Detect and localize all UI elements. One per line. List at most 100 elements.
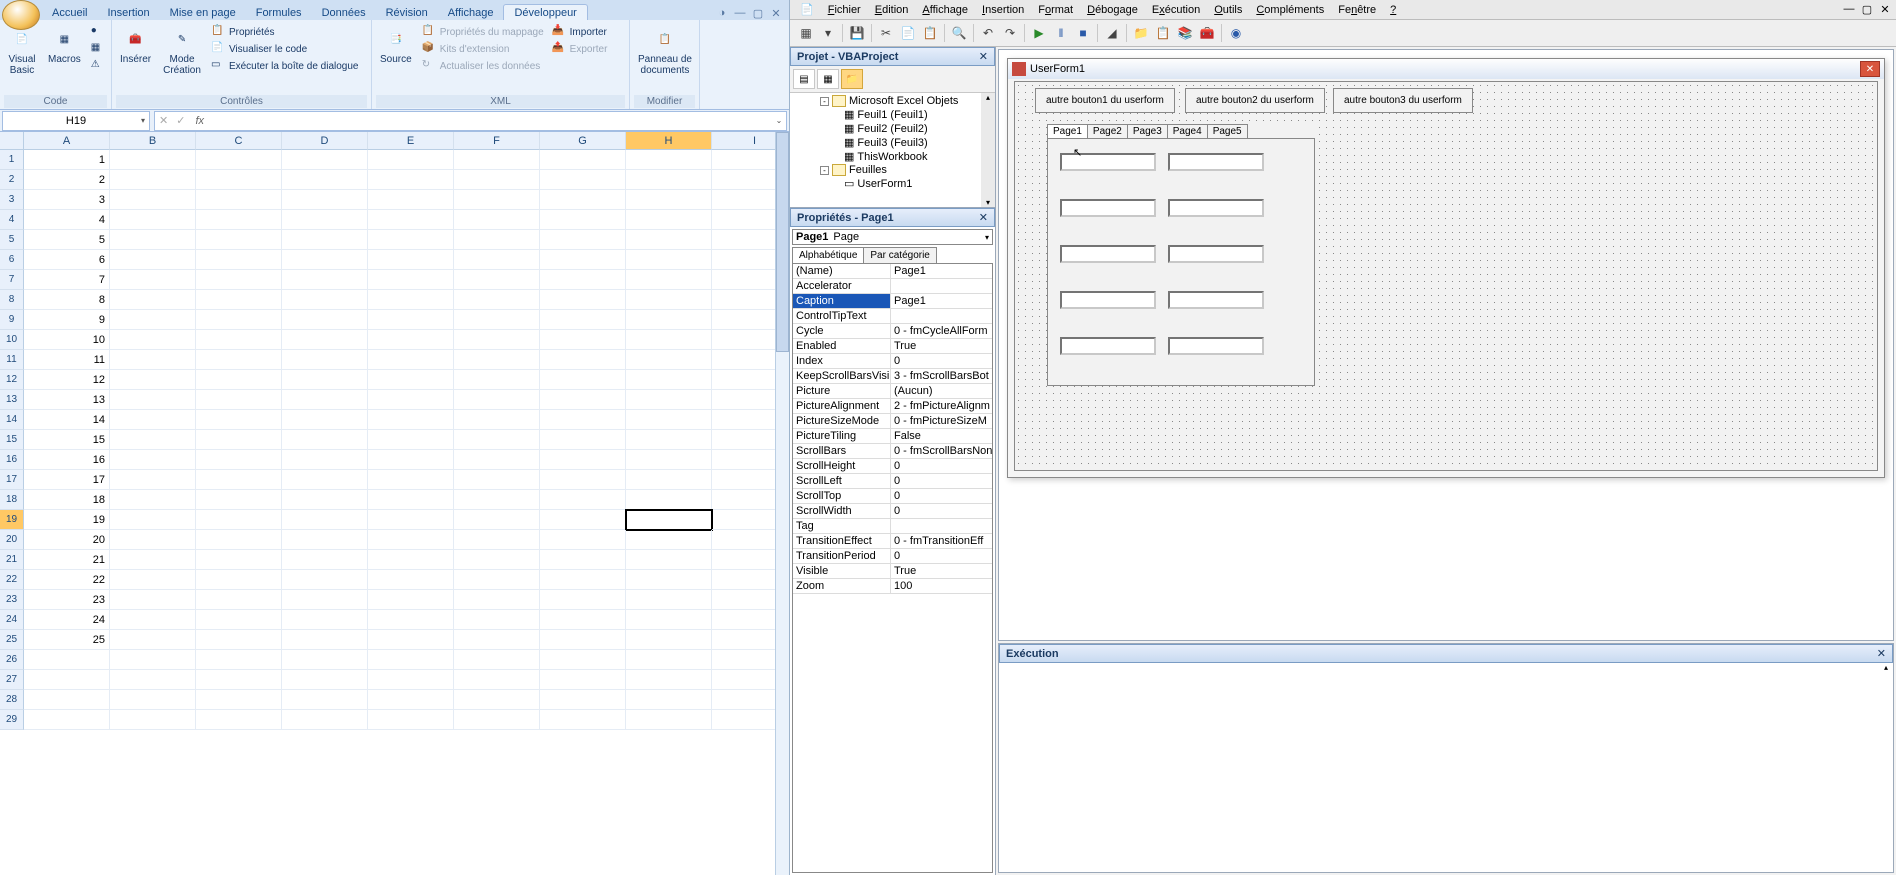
menu-complements[interactable]: Compléments <box>1250 3 1330 17</box>
row-header-18[interactable]: 18 <box>0 490 24 510</box>
cell-A10[interactable]: 10 <box>24 330 110 350</box>
cell-C6[interactable] <box>196 250 282 270</box>
prop-row-transitionperiod[interactable]: TransitionPeriod0 <box>793 549 992 564</box>
cell-G13[interactable] <box>540 390 626 410</box>
cell-E14[interactable] <box>368 410 454 430</box>
cell-E7[interactable] <box>368 270 454 290</box>
cell-B3[interactable] <box>110 190 196 210</box>
cell-E5[interactable] <box>368 230 454 250</box>
uf-button-1[interactable]: autre bouton1 du userform <box>1035 88 1175 113</box>
cell-F3[interactable] <box>454 190 540 210</box>
cell-F25[interactable] <box>454 630 540 650</box>
row-header-19[interactable]: 19 <box>0 510 24 530</box>
col-header-G[interactable]: G <box>540 132 626 150</box>
cell-G10[interactable] <box>540 330 626 350</box>
menu-edition[interactable]: Edition <box>869 3 915 17</box>
restore-icon[interactable]: ▢ <box>751 6 765 20</box>
prop-row-cycle[interactable]: Cycle0 - fmCycleAllForm <box>793 324 992 339</box>
cell-F20[interactable] <box>454 530 540 550</box>
cell-E12[interactable] <box>368 370 454 390</box>
cell-A19[interactable]: 19 <box>24 510 110 530</box>
cell-C15[interactable] <box>196 430 282 450</box>
textbox-6[interactable] <box>1168 245 1264 263</box>
row-header-2[interactable]: 2 <box>0 170 24 190</box>
cell-G27[interactable] <box>540 670 626 690</box>
cell-H23[interactable] <box>626 590 712 610</box>
cell-C2[interactable] <box>196 170 282 190</box>
cell-A5[interactable]: 5 <box>24 230 110 250</box>
row-header-5[interactable]: 5 <box>0 230 24 250</box>
cell-D24[interactable] <box>282 610 368 630</box>
tab-mise-en-page[interactable]: Mise en page <box>160 5 246 20</box>
tab-accueil[interactable]: Accueil <box>42 5 97 20</box>
prop-row-tag[interactable]: Tag <box>793 519 992 534</box>
multipage-control[interactable]: Page1 Page2 Page3 Page4 Page5 <box>1047 124 1315 390</box>
cell-B18[interactable] <box>110 490 196 510</box>
cell-G22[interactable] <box>540 570 626 590</box>
cell-E8[interactable] <box>368 290 454 310</box>
cell-A20[interactable]: 20 <box>24 530 110 550</box>
row-header-13[interactable]: 13 <box>0 390 24 410</box>
view-code-icon[interactable]: ▤ <box>793 69 815 89</box>
col-header-H[interactable]: H <box>626 132 712 150</box>
cell-D12[interactable] <box>282 370 368 390</box>
cell-H4[interactable] <box>626 210 712 230</box>
cell-H15[interactable] <box>626 430 712 450</box>
menu-help[interactable]: ? <box>1384 3 1402 17</box>
cell-A12[interactable]: 12 <box>24 370 110 390</box>
menu-execution[interactable]: Exécution <box>1146 3 1206 17</box>
prop-row-picturealignment[interactable]: PictureAlignment2 - fmPictureAlignm <box>793 399 992 414</box>
cell-D11[interactable] <box>282 350 368 370</box>
collapse-icon[interactable]: - <box>820 97 829 106</box>
row-header-7[interactable]: 7 <box>0 270 24 290</box>
vbe-close-icon[interactable]: ✕ <box>1878 3 1892 16</box>
cell-B24[interactable] <box>110 610 196 630</box>
minimize-icon[interactable]: — <box>733 6 747 20</box>
cell-B29[interactable] <box>110 710 196 730</box>
cell-A8[interactable]: 8 <box>24 290 110 310</box>
cell-E13[interactable] <box>368 390 454 410</box>
cell-B13[interactable] <box>110 390 196 410</box>
textbox-3[interactable] <box>1060 199 1156 217</box>
menu-format[interactable]: Format <box>1032 3 1079 17</box>
copy-icon[interactable]: 📄 <box>898 23 918 43</box>
row-header-15[interactable]: 15 <box>0 430 24 450</box>
menu-affichage[interactable]: Affichage <box>916 3 974 17</box>
cell-C19[interactable] <box>196 510 282 530</box>
cell-E23[interactable] <box>368 590 454 610</box>
mp-tab-page2[interactable]: Page2 <box>1087 124 1128 138</box>
cell-B8[interactable] <box>110 290 196 310</box>
prop-row-controltiptext[interactable]: ControlTipText <box>793 309 992 324</box>
cell-B10[interactable] <box>110 330 196 350</box>
menu-fichier[interactable]: Fichier <box>822 3 867 17</box>
userform-close-icon[interactable]: ✕ <box>1860 61 1880 77</box>
cell-E22[interactable] <box>368 570 454 590</box>
cell-B26[interactable] <box>110 650 196 670</box>
tab-insertion[interactable]: Insertion <box>97 5 159 20</box>
project-explorer-icon[interactable]: 📁 <box>1131 23 1151 43</box>
cell-H5[interactable] <box>626 230 712 250</box>
cell-B1[interactable] <box>110 150 196 170</box>
cell-G25[interactable] <box>540 630 626 650</box>
cell-B15[interactable] <box>110 430 196 450</box>
cell-F24[interactable] <box>454 610 540 630</box>
cell-C13[interactable] <box>196 390 282 410</box>
proprietes-button[interactable]: 📋Propriétés <box>209 24 361 40</box>
cell-G5[interactable] <box>540 230 626 250</box>
cell-C28[interactable] <box>196 690 282 710</box>
visualiser-code-button[interactable]: 📄Visualiser le code <box>209 41 361 57</box>
tab-formules[interactable]: Formules <box>246 5 312 20</box>
menu-debogage[interactable]: Débogage <box>1081 3 1144 17</box>
cell-G1[interactable] <box>540 150 626 170</box>
cell-E28[interactable] <box>368 690 454 710</box>
row-header-21[interactable]: 21 <box>0 550 24 570</box>
cell-F6[interactable] <box>454 250 540 270</box>
view-object-icon[interactable]: ▦ <box>817 69 839 89</box>
prop-row-caption[interactable]: CaptionPage1 <box>793 294 992 309</box>
cell-F10[interactable] <box>454 330 540 350</box>
cell-B11[interactable] <box>110 350 196 370</box>
actualiser-button[interactable]: ↻Actualiser les données <box>420 58 546 74</box>
row-header-28[interactable]: 28 <box>0 690 24 710</box>
cell-F12[interactable] <box>454 370 540 390</box>
cell-F17[interactable] <box>454 470 540 490</box>
